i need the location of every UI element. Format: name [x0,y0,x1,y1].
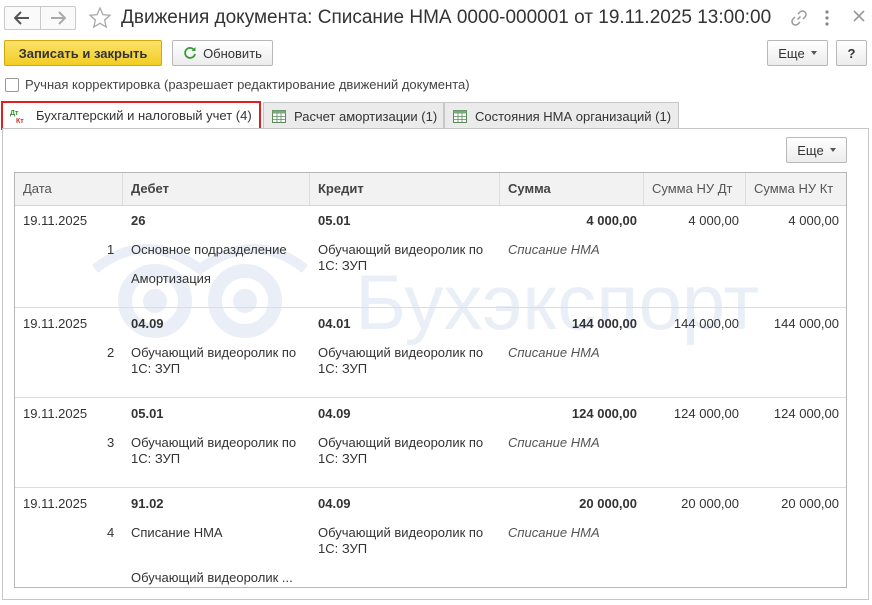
debit-account: 26 [131,213,146,228]
arrow-left-icon [14,11,30,25]
refresh-label: Обновить [203,45,262,61]
link-icon[interactable] [790,9,808,27]
arrow-right-icon [50,11,66,25]
row-number: 1 [107,242,115,257]
row-sum: 4 000,00 [586,213,637,228]
help-button[interactable]: ? [836,40,867,66]
row-number: 3 [107,435,115,450]
register-tabs: Дт Кт Бухгалтерский и налоговый учет (4)… [0,101,872,130]
dt-kt-icon: Дт Кт [10,108,28,124]
credit-subconto: Обучающий видеоролик по 1С: ЗУП [318,242,484,273]
row-sum: 20 000,00 [579,496,637,511]
tab-amortization[interactable]: Расчет амортизации (1) [263,102,444,129]
tab-nma-states-label: Состояния НМА организаций (1) [475,108,672,124]
debit-subconto-1: Обучающий видеоролик по 1С: ЗУП [131,435,297,466]
table-row[interactable]: 19.11.2025 3 05.01 Обучающий видеоролик … [15,399,846,488]
credit-subconto: Обучающий видеоролик по 1С: ЗУП [318,345,484,376]
credit-account: 05.01 [318,213,351,228]
table-header: Дата Дебет Кредит Сумма Сумма НУ Дт Сумм… [15,173,846,206]
row-date: 19.11.2025 [23,406,88,421]
manual-edit-checkbox[interactable] [5,77,19,92]
chevron-down-icon [810,51,817,55]
history-nav [4,6,76,30]
row-date: 19.11.2025 [23,316,88,331]
row-sum-nu-dt: 4 000,00 [688,213,739,228]
svg-text:Дт: Дт [10,110,19,117]
row-sum-nu-dt: 20 000,00 [681,496,739,511]
title-bar: Движения документа: Списание НМА 0000-00… [0,0,872,36]
row-sum-nu-kt: 4 000,00 [788,213,839,228]
close-icon[interactable] [852,9,866,23]
debit-subconto-2: Обучающий видеоролик ... [131,570,293,585]
debit-subconto-1: Обучающий видеоролик по 1С: ЗУП [131,345,297,376]
records-table[interactable]: Дата Дебет Кредит Сумма Сумма НУ Дт Сумм… [14,172,847,588]
row-number: 2 [107,345,115,360]
debit-account: 04.09 [131,316,164,331]
table-row[interactable]: 19.11.2025 2 04.09 Обучающий видеоролик … [15,309,846,398]
row-number: 4 [107,525,115,540]
debit-subconto-1: Основное подразделение [131,242,287,257]
column-debit[interactable]: Дебет [123,173,310,205]
row-content: Списание НМА [508,435,600,450]
debit-account: 91.02 [131,496,164,511]
row-sum-nu-dt: 144 000,00 [673,316,739,331]
manual-edit-label[interactable]: Ручная корректировка (разрешает редактир… [25,77,470,92]
tab-accounting-label: Бухгалтерский и налоговый учет (4) [36,108,252,123]
row-sum: 124 000,00 [571,406,637,421]
chevron-down-icon [829,148,836,152]
row-sum-nu-kt: 20 000,00 [781,496,839,511]
column-credit[interactable]: Кредит [310,173,500,205]
command-bar: Записать и закрыть Обновить Еще ? [0,40,872,68]
tab-amortization-label: Расчет амортизации (1) [294,108,438,124]
row-date: 19.11.2025 [23,213,88,228]
back-button[interactable] [5,7,40,29]
credit-subconto: Обучающий видеоролик по 1С: ЗУП [318,435,484,466]
table-icon [272,109,286,123]
more-button[interactable]: Еще [767,40,828,66]
debit-subconto-2: Амортизация [131,271,211,286]
credit-account: 04.09 [318,406,351,421]
row-sum-nu-kt: 124 000,00 [773,406,839,421]
row-sum-nu-kt: 144 000,00 [773,316,839,331]
refresh-icon [183,46,197,60]
table-row[interactable]: 19.11.2025 4 91.02 Списание НМА Обучающи… [15,489,846,587]
column-date[interactable]: Дата [15,173,123,205]
save-and-close-button[interactable]: Записать и закрыть [4,40,162,66]
credit-account: 04.09 [318,496,351,511]
star-icon[interactable] [88,6,112,30]
row-sum-nu-dt: 124 000,00 [673,406,739,421]
tab-nma-states[interactable]: Состояния НМА организаций (1) [444,102,679,129]
table-more-button[interactable]: Еще [786,137,847,163]
table-row[interactable]: 19.11.2025 1 26 Основное подразделение А… [15,206,846,308]
row-content: Списание НМА [508,525,600,540]
refresh-button[interactable]: Обновить [172,40,273,66]
column-sum[interactable]: Сумма [500,173,644,205]
row-date: 19.11.2025 [23,496,88,511]
more-vertical-icon[interactable] [822,8,832,28]
forward-button[interactable] [39,7,76,29]
more-label: Еще [778,45,805,61]
column-sum-nu-kt[interactable]: Сумма НУ Кт [746,173,846,205]
column-sum-nu-dt[interactable]: Сумма НУ Дт [644,173,746,205]
row-content: Списание НМА [508,242,600,257]
manual-edit-row: Ручная корректировка (разрешает редактир… [5,77,470,92]
row-sum: 144 000,00 [571,316,637,331]
credit-subconto: Обучающий видеоролик по 1С: ЗУП [318,525,484,556]
debit-subconto-1: Списание НМА [131,525,223,540]
debit-account: 05.01 [131,406,164,421]
table-more-label: Еще [797,142,824,158]
window-title: Движения документа: Списание НМА 0000-00… [121,7,772,28]
credit-account: 04.01 [318,316,351,331]
table-icon [453,109,467,123]
svg-text:Кт: Кт [16,118,24,124]
row-content: Списание НМА [508,345,600,360]
tab-accounting[interactable]: Дт Кт Бухгалтерский и налоговый учет (4) [1,101,261,130]
